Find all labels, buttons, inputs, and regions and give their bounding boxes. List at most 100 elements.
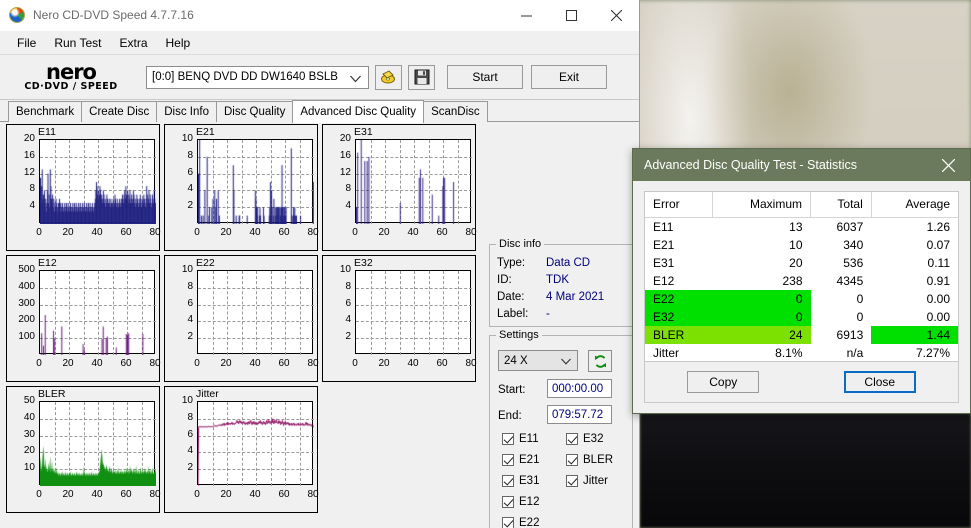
checkbox-jitter[interactable]: Jitter — [566, 475, 608, 487]
y-tick-label: 12 — [23, 167, 35, 178]
x-tick-label: 60 — [120, 489, 132, 500]
table-row[interactable]: E31 20 536 0.11 — [645, 254, 958, 272]
y-tick-label: 10 — [23, 462, 35, 473]
x-tick-label: 0 — [36, 489, 42, 500]
tab-scandisc[interactable]: ScanDisc — [423, 101, 488, 122]
x-tick-label: 20 — [378, 358, 390, 369]
menu-run-test[interactable]: Run Test — [45, 33, 110, 53]
close-icon[interactable] — [926, 149, 970, 181]
y-tick-label: 50 — [23, 395, 35, 406]
tab-create-disc[interactable]: Create Disc — [81, 101, 158, 122]
y-tick-label: 30 — [23, 429, 35, 440]
x-tick-label: 40 — [91, 358, 103, 369]
table-row[interactable]: E21 10 340 0.07 — [645, 236, 958, 254]
y-tick-label: 2 — [187, 331, 193, 342]
maximize-icon[interactable] — [549, 0, 594, 31]
y-tick-label: 2 — [345, 331, 351, 342]
scan-start-value: 000:00.00 — [552, 382, 604, 395]
disc-type-value: Data CD — [546, 257, 591, 269]
tab-strip: Benchmark Create Disc Disc Info Disc Qua… — [0, 100, 639, 123]
plot-area — [197, 270, 314, 355]
checkbox-e22[interactable]: E22 — [502, 517, 539, 528]
cell-total: 0 — [856, 292, 864, 306]
y-tick-label: 100 — [18, 331, 35, 342]
checkbox-bler[interactable]: BLER — [566, 454, 613, 466]
y-tick-label: 4 — [345, 200, 351, 211]
drive-select[interactable]: [0:0] BENQ DVD DD DW1640 BSLB — [146, 65, 369, 89]
x-tick-label: 60 — [120, 358, 132, 369]
tab-disc-quality[interactable]: Disc Quality — [216, 101, 294, 122]
nero-cd-dvd-speed-window: Nero CD-DVD Speed 4.7.7.16 File Run Test… — [0, 0, 640, 528]
table-row[interactable]: E22 0 0 0.00 — [645, 290, 958, 308]
disc-date-value: 4 Mar 2021 — [546, 291, 605, 303]
menu-file[interactable]: File — [8, 33, 45, 53]
series-e31 — [356, 140, 472, 224]
floppy-save-icon[interactable] — [408, 64, 435, 90]
disc-id-value: TDK — [546, 274, 569, 286]
table-row[interactable]: E11 13 6037 1.26 — [645, 218, 958, 237]
series-e32 — [356, 271, 472, 355]
menu-help[interactable]: Help — [157, 33, 200, 53]
cell-maximum: 13 — [789, 220, 803, 234]
tab-advanced-disc-quality[interactable]: Advanced Disc Quality — [292, 100, 425, 123]
chevron-down-icon — [350, 74, 361, 86]
scan-end-field[interactable]: 079:57.72 — [547, 405, 612, 424]
menu-extra[interactable]: Extra — [110, 33, 156, 53]
x-tick-label: 0 — [36, 227, 42, 238]
table-row[interactable]: E32 0 0 0.00 — [645, 308, 958, 326]
cell-maximum: 20 — [789, 256, 803, 270]
minimize-icon[interactable] — [504, 0, 549, 31]
y-tick-label: 10 — [181, 264, 193, 275]
chart-jitter: Jitter 2 4 6 8 10 0 20 40 60 80 — [164, 386, 319, 513]
plot-area — [39, 401, 156, 486]
cell-error: E22 — [645, 290, 713, 308]
x-tick-label: 40 — [249, 489, 261, 500]
checkbox-e12[interactable]: E12 — [502, 496, 539, 508]
chart-e31: E31 4 8 12 16 20 0 20 40 60 80 — [322, 124, 477, 251]
x-tick-label: 80 — [465, 227, 477, 238]
chart-e12: E12 100 200 300 400 500 0 20 40 60 80 — [6, 255, 161, 382]
checkbox-e32[interactable]: E32 — [566, 433, 603, 445]
checkbox-e31[interactable]: E31 — [502, 475, 539, 487]
close-button[interactable]: Close — [843, 371, 916, 393]
dialog-footer: Copy Close — [644, 361, 959, 403]
chart-title: E32 — [354, 257, 373, 269]
table-row[interactable]: E12 238 4345 0.91 — [645, 272, 958, 290]
table-row[interactable]: BLER 24 6913 1.44 — [645, 326, 958, 344]
close-icon[interactable] — [594, 0, 639, 31]
chart-e22: E22 2 4 6 8 10 0 20 40 60 80 — [164, 255, 319, 382]
disc-eject-icon[interactable] — [375, 64, 402, 90]
scan-end-label: End: — [498, 410, 522, 422]
x-tick-label: 40 — [249, 358, 261, 369]
disc-label-label: Label: — [497, 308, 529, 320]
x-tick-label: 80 — [307, 227, 319, 238]
y-tick-label: 4 — [345, 314, 351, 325]
y-tick-label: 4 — [187, 183, 193, 194]
x-tick-label: 20 — [62, 358, 74, 369]
chart-e11: E11 4 8 12 16 20 0 20 40 60 80 — [6, 124, 161, 251]
y-tick-label: 4 — [29, 200, 35, 211]
speed-select[interactable]: 24 X — [498, 350, 578, 371]
cell-error: BLER — [645, 326, 713, 344]
table-row[interactable]: Jitter 8.1% n/a 7.27% — [645, 344, 958, 362]
y-tick-label: 400 — [18, 281, 35, 292]
y-tick-label: 16 — [339, 150, 351, 161]
checkbox-e11[interactable]: E11 — [502, 433, 539, 445]
tab-benchmark[interactable]: Benchmark — [8, 101, 83, 122]
nero-disc-icon — [9, 7, 25, 23]
disc-info-group: Disc info Type: Data CD ID: TDK Date: 4 … — [489, 238, 633, 327]
refresh-icon[interactable] — [588, 350, 612, 372]
cell-error: E12 — [653, 274, 675, 288]
y-tick-label: 8 — [345, 281, 351, 292]
cell-total: 340 — [843, 238, 864, 252]
scan-start-field[interactable]: 000:00.00 — [547, 379, 612, 398]
x-tick-label: 0 — [194, 489, 200, 500]
checkbox-e21[interactable]: E21 — [502, 454, 539, 466]
y-tick-label: 8 — [187, 150, 193, 161]
screen: Nero CD-DVD Speed 4.7.7.16 File Run Test… — [0, 0, 971, 528]
tab-disc-info[interactable]: Disc Info — [156, 101, 217, 122]
start-button[interactable]: Start — [447, 65, 523, 89]
scan-start-label: Start: — [498, 384, 526, 396]
copy-button[interactable]: Copy — [687, 371, 760, 393]
exit-button[interactable]: Exit — [531, 65, 607, 89]
